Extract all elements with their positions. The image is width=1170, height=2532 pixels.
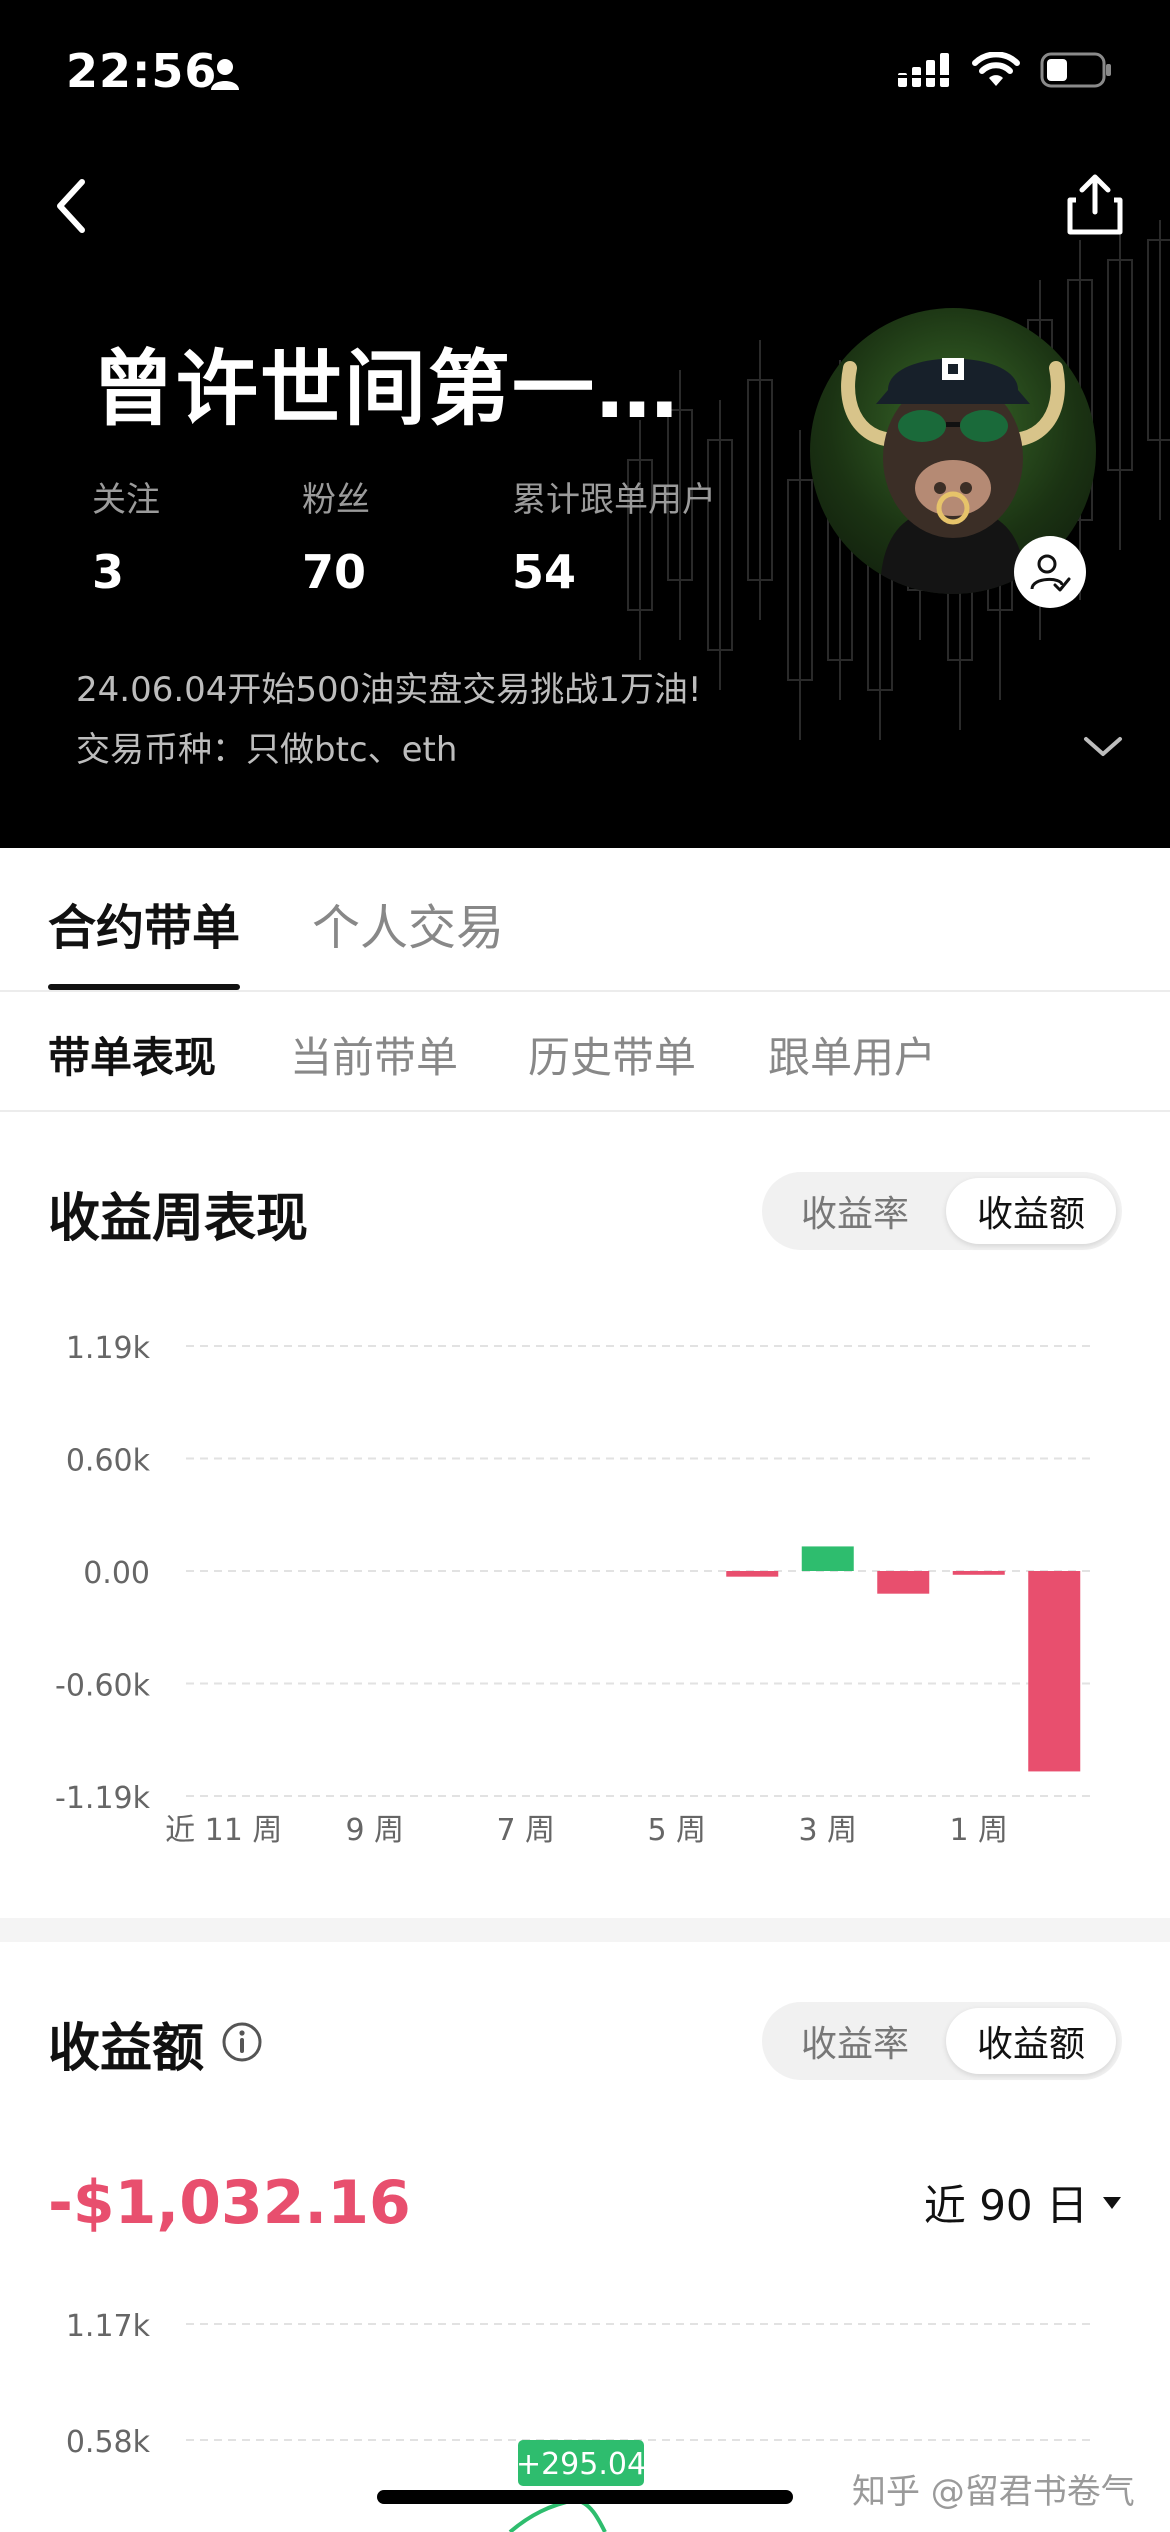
x-tick-label: 9 周 bbox=[345, 1813, 404, 1848]
divider bbox=[0, 990, 1170, 992]
stat-label: 累计跟单用户 bbox=[512, 480, 716, 520]
peak-annotation-label: +295.04 bbox=[516, 2447, 646, 2482]
toggle-return-rate[interactable]: 收益率 bbox=[770, 1178, 940, 1244]
total-profit-value: -$1,032.16 bbox=[48, 2168, 411, 2238]
bar[interactable] bbox=[726, 1571, 779, 1577]
wifi-icon bbox=[972, 52, 1020, 86]
y-tick-label: -0.60k bbox=[55, 1669, 151, 1704]
trader-nickname: 曾许世间第一… bbox=[92, 342, 681, 437]
follow-button[interactable] bbox=[1014, 536, 1086, 608]
weekly-bar-chart: 1.19k 0.60k 0.00 -0.60k -1.19k 近 11 周 9 周 7 周 5 … bbox=[55, 1331, 1092, 1848]
stat-value: 70 bbox=[302, 545, 367, 599]
tab-copy-trading[interactable]: 合约带单 bbox=[48, 888, 240, 958]
watermark-text: 知乎 @留君书卷气 bbox=[852, 2472, 1135, 2512]
stat-following[interactable]: 关注 3 bbox=[92, 472, 160, 599]
section-separator bbox=[0, 1918, 1170, 1942]
y-tick-label: 1.19k bbox=[66, 1331, 151, 1366]
y-tick-label: -1.19k bbox=[55, 1781, 151, 1816]
range-label: 近 90 日 bbox=[923, 2181, 1088, 2230]
cellular-signal-icon bbox=[898, 53, 949, 87]
back-chevron-icon[interactable] bbox=[52, 176, 92, 236]
stat-label: 粉丝 bbox=[302, 480, 370, 520]
subtab-history-orders[interactable]: 历史带单 bbox=[528, 1024, 696, 1085]
share-icon[interactable] bbox=[1064, 172, 1126, 236]
user-check-icon bbox=[1030, 554, 1071, 592]
y-tick-label: 0.58k bbox=[66, 2425, 151, 2460]
battery-icon bbox=[1040, 52, 1111, 88]
x-tick-label: 1 周 bbox=[949, 1813, 1008, 1848]
x-tick-label: 3 周 bbox=[798, 1813, 857, 1848]
toggle-return-amount[interactable]: 收益额 bbox=[946, 2008, 1116, 2074]
stat-value: 54 bbox=[512, 545, 577, 599]
tab-personal-trading[interactable]: 个人交易 bbox=[312, 888, 504, 958]
x-tick-label: 7 周 bbox=[496, 1813, 555, 1848]
series-line bbox=[508, 2497, 607, 2532]
x-tick-label: 5 周 bbox=[647, 1813, 706, 1848]
bio-line-1: 24.06.04开始500油实盘交易挑战1万油! bbox=[76, 670, 702, 710]
stat-label: 关注 bbox=[92, 480, 160, 520]
bio-line-2: 交易币种：只做btc、eth bbox=[76, 730, 458, 770]
weekly-performance-title: 收益周表现 bbox=[48, 1189, 309, 1249]
subtab-copy-users[interactable]: 跟单用户 bbox=[768, 1024, 936, 1085]
expand-chevron-icon[interactable] bbox=[1082, 734, 1124, 760]
stat-copy-users[interactable]: 累计跟单用户 54 bbox=[512, 472, 716, 599]
weekly-metric-toggle[interactable]: 收益率 收益额 bbox=[762, 1172, 1122, 1250]
profile-header: 22:56 曾许世间第一… 关注 3 粉丝 70 累计跟单用户 54 24.06… bbox=[0, 0, 1170, 848]
person-icon bbox=[211, 59, 239, 90]
stat-value: 3 bbox=[92, 545, 125, 599]
status-indicators bbox=[898, 52, 1112, 88]
home-indicator[interactable] bbox=[377, 2490, 793, 2504]
y-tick-label: 1.17k bbox=[66, 2309, 151, 2344]
info-icon[interactable] bbox=[220, 2020, 264, 2064]
dropdown-caret-icon bbox=[1103, 2196, 1121, 2209]
bar[interactable] bbox=[1028, 1571, 1081, 1772]
y-tick-label: 0.00 bbox=[83, 1556, 150, 1591]
bar[interactable] bbox=[877, 1571, 930, 1594]
bar[interactable] bbox=[952, 1571, 1005, 1575]
bar[interactable] bbox=[801, 1546, 854, 1571]
toggle-return-rate[interactable]: 收益率 bbox=[770, 2008, 940, 2074]
profit-metric-toggle[interactable]: 收益率 收益额 bbox=[762, 2002, 1122, 2080]
status-time: 22:56 bbox=[66, 44, 218, 98]
range-dropdown[interactable]: 近 90 日 bbox=[924, 2172, 1122, 2233]
divider bbox=[0, 1110, 1170, 1112]
stat-followers[interactable]: 粉丝 70 bbox=[302, 472, 370, 599]
profit-amount-title: 收益额 bbox=[48, 2019, 205, 2079]
toggle-return-amount[interactable]: 收益额 bbox=[946, 1178, 1116, 1244]
y-tick-label: 0.60k bbox=[66, 1444, 151, 1479]
subtab-current-orders[interactable]: 当前带单 bbox=[290, 1024, 458, 1085]
x-tick-label: 近 11 周 bbox=[165, 1813, 282, 1848]
subtab-performance[interactable]: 带单表现 bbox=[48, 1024, 216, 1085]
